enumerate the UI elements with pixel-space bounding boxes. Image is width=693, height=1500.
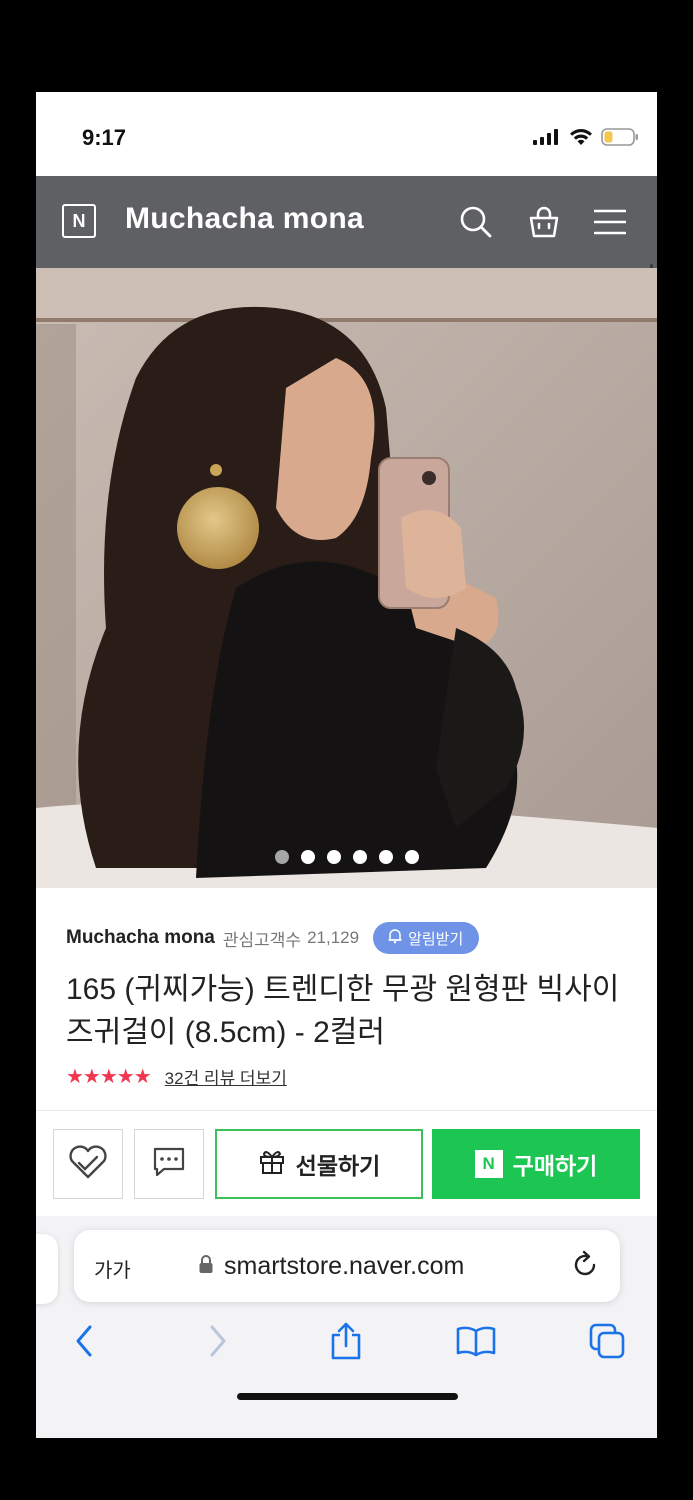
address-bar[interactable]: 가가 smartstore.naver.com bbox=[74, 1230, 620, 1302]
talk-button[interactable] bbox=[134, 1129, 204, 1199]
carousel-dot[interactable] bbox=[274, 850, 289, 864]
follower-label: 관심고객수 bbox=[222, 930, 302, 950]
follower-count: 21,129 bbox=[307, 928, 360, 947]
gift-icon bbox=[258, 1147, 286, 1181]
status-time: 9:17 bbox=[82, 125, 127, 150]
phone-screen: 9:17 N Muchacha mona Muchacha mona 관심고객수… bbox=[36, 92, 657, 1438]
menu-icon[interactable] bbox=[590, 202, 630, 242]
home-indicator[interactable] bbox=[237, 1393, 458, 1400]
tabs-icon[interactable] bbox=[582, 1316, 632, 1366]
product-title: 165 (귀찌가능) 트렌디한 무광 원형판 빅사이즈귀걸이 (8.5cm) -… bbox=[66, 973, 620, 1049]
store-title[interactable]: Muchacha mona bbox=[125, 202, 364, 236]
signal-icon bbox=[533, 129, 561, 150]
url-display[interactable]: smartstore.naver.com bbox=[198, 1252, 464, 1281]
status-icons bbox=[533, 128, 639, 151]
gift-label: 선물하기 bbox=[295, 1153, 381, 1179]
carousel-dot[interactable] bbox=[404, 850, 419, 864]
gift-button[interactable]: 선물하기 bbox=[215, 1129, 423, 1199]
share-icon[interactable] bbox=[321, 1316, 371, 1366]
wifi-icon bbox=[569, 128, 593, 151]
cart-icon[interactable] bbox=[524, 202, 564, 242]
heart-icon bbox=[67, 1144, 109, 1185]
buy-button[interactable]: N 구매하기 bbox=[432, 1129, 640, 1199]
naver-pay-icon: N bbox=[474, 1150, 503, 1178]
product-info: Muchacha mona 관심고객수 21,129 알림받기 165 (귀찌가… bbox=[36, 888, 657, 1110]
status-bar: 9:17 bbox=[36, 92, 657, 176]
carousel-dot[interactable] bbox=[326, 850, 341, 864]
product-image-carousel[interactable] bbox=[36, 268, 657, 888]
rating-row: ★★★★★ 32건 리뷰 더보기 bbox=[66, 1064, 287, 1089]
store-row: Muchacha mona 관심고객수 21,129 알림받기 bbox=[66, 922, 480, 954]
text-size-button[interactable]: 가가 bbox=[94, 1254, 131, 1283]
review-link[interactable]: 32건 리뷰 더보기 bbox=[165, 1064, 287, 1089]
store-header: N Muchacha mona bbox=[36, 176, 657, 394]
naver-logo[interactable]: N bbox=[62, 204, 96, 238]
bell-plus-icon bbox=[387, 928, 403, 948]
carousel-dot[interactable] bbox=[378, 850, 393, 864]
battery-icon bbox=[601, 128, 639, 151]
notify-button[interactable]: 알림받기 bbox=[373, 922, 480, 954]
chat-icon bbox=[151, 1145, 187, 1184]
back-icon[interactable] bbox=[59, 1316, 109, 1366]
browser-toolbar: 가가 smartstore.naver.com bbox=[36, 1216, 657, 1438]
forward-icon[interactable] bbox=[193, 1316, 243, 1366]
url-text: smartstore.naver.com bbox=[224, 1252, 465, 1280]
product-photo bbox=[36, 268, 657, 888]
reload-icon[interactable] bbox=[570, 1250, 600, 1285]
previous-tab-preview[interactable] bbox=[36, 1234, 58, 1304]
rating-stars: ★★★★★ bbox=[66, 1066, 152, 1088]
purchase-action-bar: 선물하기 N 구매하기 bbox=[36, 1110, 657, 1217]
carousel-dot[interactable] bbox=[352, 850, 367, 864]
buy-label: 구매하기 bbox=[512, 1153, 598, 1179]
like-button[interactable] bbox=[53, 1129, 123, 1199]
search-icon[interactable] bbox=[456, 202, 496, 242]
bookmarks-icon[interactable] bbox=[451, 1316, 501, 1366]
carousel-dots[interactable] bbox=[36, 850, 657, 864]
carousel-dot[interactable] bbox=[300, 850, 315, 864]
store-name-link[interactable]: Muchacha mona bbox=[66, 927, 215, 949]
lock-icon bbox=[198, 1254, 214, 1279]
notify-label: 알림받기 bbox=[408, 930, 464, 948]
